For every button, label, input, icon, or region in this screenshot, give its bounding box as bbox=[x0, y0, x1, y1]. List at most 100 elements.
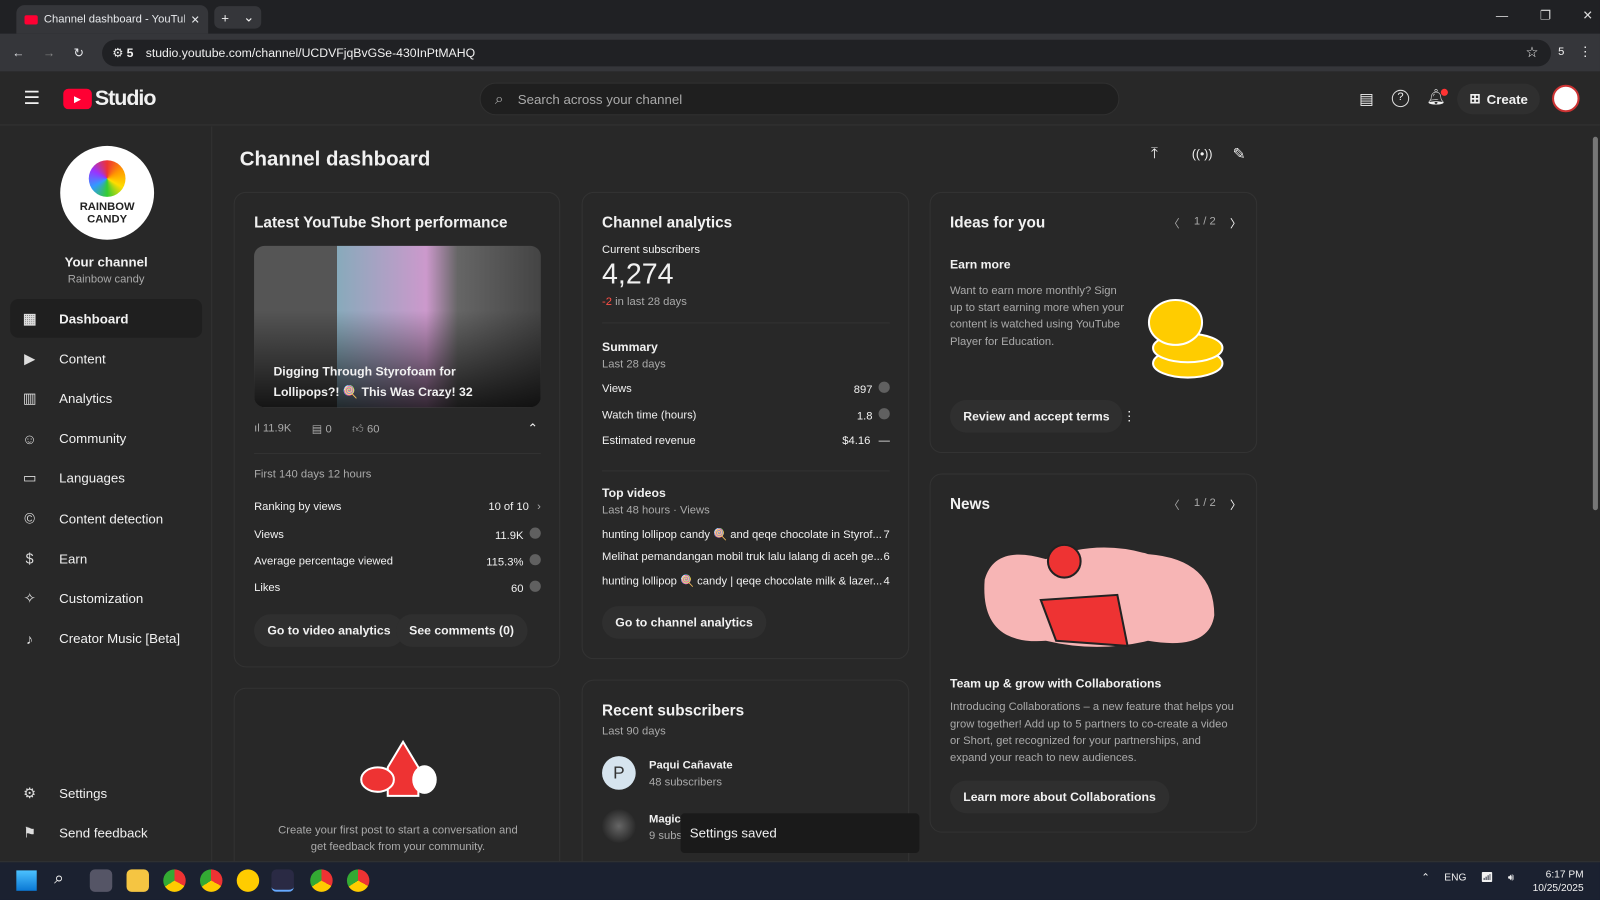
sidebar-item-dashboard[interactable]: ▦ Dashboard bbox=[10, 298, 203, 338]
summary-heading: Summary bbox=[602, 339, 658, 355]
windows-start-icon[interactable] bbox=[16, 870, 37, 891]
news-pager: 〈 1 / 2 〉 bbox=[1168, 496, 1242, 513]
collapse-chevron-icon[interactable]: ⌃ bbox=[528, 421, 538, 435]
browser-tab[interactable]: Channel dashboard - YouTube Studio✕ bbox=[16, 5, 209, 34]
languages-icon: ▭ bbox=[22, 469, 37, 487]
bookmark-star-icon[interactable]: ☆ bbox=[1525, 44, 1538, 61]
settings-saved-toast: Settings saved bbox=[680, 813, 920, 854]
sidebar-item-analytics[interactable]: ▥ Analytics bbox=[10, 379, 202, 418]
sidebar-item-languages[interactable]: ▭ Languages bbox=[10, 459, 202, 498]
trend-down-icon bbox=[878, 381, 890, 393]
top-videos-heading: Top videos bbox=[602, 485, 666, 500]
address-bar[interactable]: ⚙ 5 studio.youtube.com/channel/UCDVFjqBvG… bbox=[102, 39, 1552, 67]
chrome-icon[interactable] bbox=[310, 869, 333, 892]
views-icon: ıl bbox=[254, 422, 263, 435]
sidebar-item-feedback[interactable]: ⚑ Send feedback bbox=[10, 813, 202, 852]
messages-icon[interactable]: ▤ bbox=[1359, 90, 1373, 108]
short-video-title[interactable]: Digging Through Styrofoam for Lollipops?… bbox=[273, 361, 520, 402]
site-settings-icon[interactable]: ⚙ 5 bbox=[112, 46, 133, 60]
sidebar-item-community[interactable]: ☺ Community bbox=[10, 419, 202, 458]
studio-logo[interactable]: ▶ Studio bbox=[63, 87, 156, 111]
top-video-row[interactable]: hunting lollipop candy 🍭 and qeqe chocol… bbox=[602, 528, 890, 541]
prev-icon[interactable]: 〈 bbox=[1168, 215, 1179, 231]
task-view-icon[interactable] bbox=[89, 869, 113, 892]
card-title: Ideas for you bbox=[949, 214, 1046, 232]
sidebar-item-customization[interactable]: ✧ Customization bbox=[10, 579, 202, 618]
like-icon: 👍︎ bbox=[352, 423, 367, 436]
channel-avatar[interactable]: RAINBOW CANDY bbox=[60, 145, 155, 240]
new-tab-button[interactable]: + ⌄ bbox=[214, 6, 262, 29]
sidebar-item-creator-music-beta-[interactable]: ♪ Creator Music [Beta] bbox=[10, 619, 202, 658]
go-live-icon[interactable]: ((•)) bbox=[1192, 147, 1213, 161]
sidebar-item-content-detection[interactable]: © Content detection bbox=[10, 499, 202, 538]
lollipop-logo-icon bbox=[88, 160, 126, 197]
chrome-icon[interactable] bbox=[199, 869, 223, 892]
reload-icon[interactable]: ↻ bbox=[73, 45, 83, 59]
close-window-icon[interactable]: ✕ bbox=[1583, 8, 1593, 22]
go-to-video-analytics-button[interactable]: Go to video analytics bbox=[254, 614, 404, 647]
idea-body: Want to earn more monthly? Sign up to st… bbox=[949, 284, 1125, 348]
channel-name: Rainbow candy bbox=[67, 273, 145, 286]
close-tab-icon[interactable]: ✕ bbox=[191, 13, 200, 26]
trend-down-icon bbox=[878, 408, 890, 420]
analytics-icon: ▥ bbox=[22, 389, 37, 407]
search-box[interactable]: ⌕ Search across your channel bbox=[479, 82, 1120, 116]
prev-icon[interactable]: 〈 bbox=[1168, 497, 1179, 513]
back-icon[interactable]: ← bbox=[12, 45, 24, 59]
wifi-icon: 📶︎ bbox=[1480, 872, 1494, 884]
go-to-channel-analytics-button[interactable]: Go to channel analytics bbox=[602, 606, 767, 639]
subscriber-avatar[interactable]: P bbox=[602, 756, 636, 790]
create-post-icon[interactable]: ✎ bbox=[1233, 145, 1246, 163]
chrome-icon[interactable] bbox=[163, 869, 186, 892]
clock[interactable]: 6:17 PM 10/25/2025 bbox=[1531, 868, 1584, 895]
notifications-icon[interactable]: 🔔︎ bbox=[1427, 88, 1448, 106]
subscriber-name[interactable]: Magic bbox=[649, 813, 681, 825]
more-options-icon[interactable]: ⋮ bbox=[1122, 408, 1135, 424]
neutral-trend-icon: — bbox=[878, 434, 890, 447]
sidebar-item-settings[interactable]: ⚙ Settings bbox=[10, 773, 202, 812]
search-icon: ⌕ bbox=[494, 90, 504, 108]
see-comments-button[interactable]: See comments (0) bbox=[395, 614, 528, 647]
menu-icon[interactable]: ☰ bbox=[23, 88, 39, 109]
sidebar-item-content[interactable]: ▶ Content bbox=[10, 339, 202, 378]
taskbar-search-icon[interactable]: ⌕ bbox=[54, 868, 64, 888]
chrome-icon[interactable] bbox=[346, 869, 370, 892]
file-explorer-icon[interactable] bbox=[126, 869, 149, 892]
app-icon[interactable] bbox=[236, 869, 260, 892]
volume-icon: 🔊︎ bbox=[1507, 872, 1515, 884]
system-tray[interactable]: ⌃ ENG 📶︎ 🔊︎ bbox=[1421, 872, 1514, 883]
forward-icon[interactable]: → bbox=[43, 45, 55, 59]
subscriber-avatar[interactable] bbox=[602, 809, 636, 843]
minimize-icon[interactable]: — bbox=[1496, 8, 1508, 22]
help-icon[interactable]: ? bbox=[1391, 89, 1410, 108]
short-thumbnail[interactable]: Digging Through Styrofoam for Lollipops?… bbox=[254, 245, 541, 408]
review-terms-button[interactable]: Review and accept terms bbox=[949, 399, 1123, 433]
short-metrics: ıl 11.9K ▤ 0 👍︎ 60 bbox=[254, 422, 380, 436]
create-button[interactable]: ⊞ Create bbox=[1457, 83, 1541, 115]
next-icon[interactable]: 〉 bbox=[1230, 497, 1241, 513]
copyright-icon: © bbox=[24, 510, 35, 527]
account-avatar[interactable] bbox=[1552, 84, 1580, 113]
trend-down-icon bbox=[529, 580, 541, 592]
your-channel-label: Your channel bbox=[64, 254, 148, 270]
sidebar-item-earn[interactable]: $ Earn bbox=[10, 539, 202, 578]
restore-icon[interactable]: ❐ bbox=[1540, 8, 1551, 22]
extensions-count[interactable]: 5 bbox=[1558, 46, 1564, 58]
scrollbar[interactable] bbox=[1592, 136, 1598, 511]
next-icon[interactable]: 〉 bbox=[1230, 215, 1241, 231]
short-stat-row[interactable]: Ranking by views 10 of 10 › bbox=[254, 501, 541, 513]
trend-down-icon bbox=[529, 527, 541, 539]
wand-icon: ✧ bbox=[23, 589, 36, 607]
window-controls[interactable]: — ❐ ✕ bbox=[1496, 8, 1593, 22]
top-video-row[interactable]: Melihat pemandangan mobil truk lalu lala… bbox=[602, 551, 890, 563]
subscriber-name[interactable]: Paqui Cañavate bbox=[649, 759, 733, 771]
summary-row: Estimated revenue $4.16— bbox=[602, 434, 890, 447]
top-video-row[interactable]: hunting lollipop 🍭 candy | qeqe chocolat… bbox=[602, 574, 890, 588]
browser-menu-icon[interactable]: ⋮ bbox=[1579, 44, 1592, 60]
app-icon[interactable] bbox=[271, 869, 294, 892]
learn-collaborations-button[interactable]: Learn more about Collaborations bbox=[949, 780, 1170, 814]
short-period: First 140 days 12 hours bbox=[254, 468, 372, 481]
news-heading: Team up & grow with Collaborations bbox=[949, 676, 1162, 691]
content-icon: ▶ bbox=[24, 349, 36, 367]
upload-icon[interactable]: ⤒ bbox=[1151, 145, 1158, 162]
